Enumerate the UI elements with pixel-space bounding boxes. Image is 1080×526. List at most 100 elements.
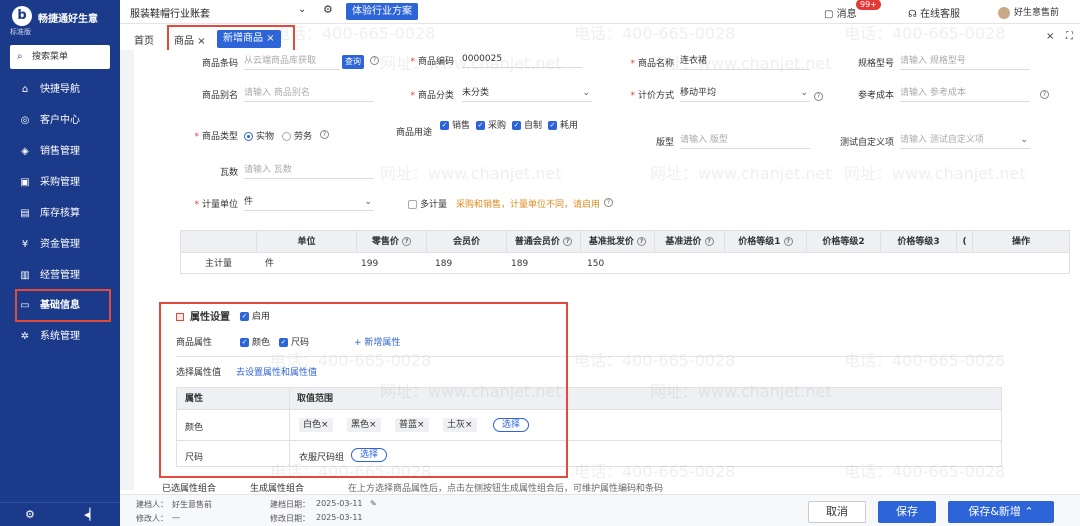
collapse-icon[interactable] <box>176 313 184 321</box>
close-icon[interactable]: × <box>266 33 274 44</box>
cell-retail[interactable]: 199 <box>361 253 378 275</box>
help-icon[interactable]: ? <box>402 237 412 246</box>
sidebar-item-system[interactable]: ✲ 系统管理 <box>0 324 120 350</box>
option-label: 多计量 <box>420 200 448 210</box>
footer: 建档人： 好生意售前 修改人： — 建档日期： 2025-03-11 ✎ 修改日… <box>120 494 1080 526</box>
help-icon[interactable]: ? <box>320 130 329 139</box>
format-input[interactable]: 请输入 版型 <box>680 131 810 149</box>
alias-label: 商品别名 <box>201 91 238 101</box>
help-icon[interactable]: ? <box>637 237 647 246</box>
multi-unit-checkbox[interactable]: 多计量 <box>408 197 447 210</box>
tab-bar: 首页 商品 × 新增商品 × × ⛶ <box>120 28 1080 50</box>
code-input[interactable]: 0000025 <box>462 50 582 68</box>
sidebar-item-inventory[interactable]: ▤ 库存核算 <box>0 201 120 227</box>
type-option-service[interactable]: 劳务 <box>282 129 312 142</box>
close-icon[interactable]: × <box>321 420 329 430</box>
save-and-new-button[interactable]: 保存&新增 ⌃ <box>948 501 1054 523</box>
attr-value-tag[interactable]: 土灰× <box>443 418 477 432</box>
ref-cost-placeholder: 请输入 参考成本 <box>900 88 966 98</box>
online-service-button[interactable]: ☊ 在线客服 <box>908 5 960 20</box>
usage-option-self-made[interactable]: ✓ 自制 <box>512 118 542 131</box>
usage-option-sales[interactable]: ✓ 销售 <box>440 118 470 131</box>
close-all-icon[interactable]: × <box>1046 31 1054 42</box>
modifier-value: — <box>172 513 180 522</box>
alias-input[interactable]: 请输入 商品别名 <box>244 84 374 102</box>
setup-attributes-link[interactable]: 去设置属性和属性值 <box>236 365 317 378</box>
tab-generate-combinations[interactable]: 生成属性组合 <box>250 481 304 494</box>
tab-new-goods[interactable]: 新增商品 × <box>217 30 281 48</box>
close-icon[interactable]: × <box>465 420 473 430</box>
attr-value-tag[interactable]: 白色× <box>299 418 333 432</box>
help-icon[interactable]: ? <box>370 56 379 65</box>
chevron-down-icon[interactable]: ⌄ <box>298 4 306 15</box>
attribute-section-title: 属性设置 <box>176 308 230 323</box>
close-icon[interactable]: × <box>197 36 205 47</box>
usage-label: 商品用途 <box>395 128 432 138</box>
attr-option-color[interactable]: ✓ 颜色 <box>240 335 270 348</box>
attribute-enable-checkbox[interactable]: ✓ 启用 <box>240 309 270 322</box>
attr-value-tag[interactable]: 黑色× <box>347 418 381 432</box>
cell-wholesale[interactable]: 150 <box>587 253 604 275</box>
user-menu[interactable]: 好生意售前 <box>998 5 1059 19</box>
help-icon[interactable]: ? <box>563 237 573 246</box>
cancel-button[interactable]: 取消 <box>808 501 866 523</box>
help-icon[interactable]: ? <box>604 198 613 207</box>
unit-select[interactable]: 件 ⌄ <box>244 193 374 211</box>
row-label: 主计量 <box>205 259 233 269</box>
close-icon[interactable]: × <box>369 420 377 430</box>
sidebar-item-funds[interactable]: ¥ 资金管理 <box>0 232 120 258</box>
help-icon[interactable]: ? <box>704 237 714 246</box>
tile-input[interactable]: 请输入 瓦数 <box>244 161 374 179</box>
tab-selected-combinations[interactable]: 已选属性组合 <box>162 481 216 494</box>
barcode-query-button[interactable]: 查询 <box>342 55 364 69</box>
name-input[interactable]: 连衣裙 <box>680 52 810 70</box>
price-table: 单位 零售价 ? 会员价 普通会员价 ? 基准批发价 ? 基准进价 ? 价格等级… <box>180 230 1070 274</box>
chevron-up-icon[interactable]: ⌃ <box>1024 505 1033 518</box>
cell-member[interactable]: 189 <box>435 253 452 275</box>
save-button[interactable]: 保存 <box>878 501 936 523</box>
edit-icon[interactable]: ✎ <box>370 499 377 508</box>
experience-solution-button[interactable]: 体验行业方案 <box>346 3 418 20</box>
search-menu-button[interactable]: ⌕ 搜索菜单 <box>10 45 110 69</box>
messages-button[interactable]: ▢ 消息 <box>824 5 857 20</box>
chevron-down-icon: ⌄ <box>582 88 590 98</box>
usage-option-consume[interactable]: ✓ 耗用 <box>548 118 578 131</box>
attr-option-size[interactable]: ✓ 尺码 <box>279 335 309 348</box>
spec-input[interactable]: 请输入 规格型号 <box>900 52 1030 70</box>
multi-unit-hint: 采购和销售，计量单位不同，请启用 <box>456 200 601 210</box>
custom-select[interactable]: 请输入 测试自定义项 ⌄ <box>900 131 1030 149</box>
logo[interactable]: b 畅捷通好生意 标准版 <box>8 4 114 36</box>
checkbox-icon: ✓ <box>548 121 557 130</box>
attr-value-tag[interactable]: 普蓝× <box>395 418 429 432</box>
option-label: 耗用 <box>560 121 579 131</box>
sidebar-item-operations[interactable]: ▥ 经营管理 <box>0 263 120 289</box>
help-icon[interactable]: ? <box>1040 90 1049 99</box>
account-selector[interactable]: 服装鞋帽行业账套 <box>130 5 210 20</box>
help-icon[interactable]: ? <box>783 237 793 246</box>
sidebar-item-customers[interactable]: ◎ 客户中心 <box>0 108 120 134</box>
tab-home[interactable]: 首页 <box>134 32 154 47</box>
tab-goods[interactable]: 商品 × <box>174 32 206 47</box>
sidebar-item-basic-info[interactable]: ▭ 基础信息 <box>0 293 120 319</box>
gear-icon[interactable]: ⚙ <box>323 3 333 16</box>
fullscreen-icon[interactable]: ⛶ <box>1066 31 1073 42</box>
barcode-input[interactable]: 从云端商品库获取 <box>244 52 340 70</box>
pricing-select[interactable]: 移动平均 ⌄ <box>680 84 810 102</box>
sidebar-item-purchase[interactable]: ▣ 采购管理 <box>0 170 120 196</box>
cell-normal-member[interactable]: 189 <box>511 253 528 275</box>
select-size-button[interactable]: 选择 <box>351 448 388 462</box>
usage-option-purchase[interactable]: ✓ 采购 <box>476 118 506 131</box>
name-label: 商品名称 <box>614 56 674 69</box>
add-attribute-button[interactable]: + 新增属性 <box>354 335 400 348</box>
ref-cost-input[interactable]: 请输入 参考成本 <box>900 84 1030 102</box>
type-option-physical[interactable]: 实物 <box>244 129 274 142</box>
settings-gear-icon[interactable]: ⚙ <box>25 508 35 521</box>
select-color-button[interactable]: 选择 <box>493 418 530 432</box>
close-icon[interactable]: × <box>417 420 425 430</box>
cell-unit[interactable]: 件 <box>265 253 274 275</box>
category-select[interactable]: 未分类 ⌄ <box>462 84 592 102</box>
sidebar-item-quick-nav[interactable]: ⌂ 快捷导航 <box>0 77 120 103</box>
help-icon[interactable]: ? <box>814 92 823 101</box>
sidebar-item-sales[interactable]: ◈ 销售管理 <box>0 139 120 165</box>
collapse-sidebar-icon[interactable]: ◂▏ <box>84 508 98 521</box>
